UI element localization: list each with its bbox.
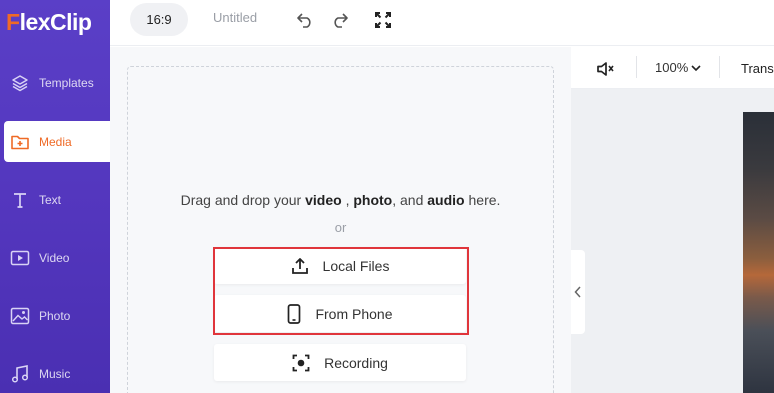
sidebar-item-label: Text	[39, 192, 62, 207]
logo-text: lexClip	[19, 8, 92, 35]
drop-text-prefix: Drag and drop your	[180, 192, 302, 208]
logo-letter-f: F	[6, 8, 20, 35]
music-note-icon	[10, 364, 30, 384]
sidebar-item-label: Templates	[39, 75, 94, 90]
undo-icon[interactable]	[295, 10, 315, 30]
aspect-ratio-button[interactable]: 16:9	[130, 3, 188, 36]
sidebar-item-label: Media	[39, 134, 72, 149]
collapse-panel-button[interactable]	[571, 250, 585, 334]
sidebar-item-label: Video	[39, 250, 70, 265]
project-title-input[interactable]: Untitled	[213, 10, 257, 25]
flexclip-logo[interactable]: FlexClip	[6, 7, 92, 37]
chevron-left-icon	[574, 286, 582, 298]
drop-text-and: , and	[392, 192, 424, 208]
video-preview-canvas[interactable]	[743, 112, 774, 393]
sidebar-item-label: Photo	[39, 308, 71, 323]
recording-label: Recording	[324, 354, 388, 371]
drop-text-video: video	[305, 192, 342, 208]
top-toolbar: 16:9 Untitled	[110, 0, 774, 46]
chevron-down-icon	[691, 64, 701, 72]
layers-icon	[10, 73, 30, 93]
toolbar-separator	[636, 56, 637, 78]
sidebar-item-templates[interactable]: Templates	[0, 62, 110, 103]
sidebar-item-text[interactable]: Text	[0, 179, 110, 220]
highlight-box	[213, 247, 469, 335]
drop-text-photo: photo	[353, 192, 393, 208]
recording-button[interactable]: Recording	[214, 344, 466, 381]
drop-instructions: Drag and drop your video , photo, and au…	[110, 192, 571, 208]
redo-icon[interactable]	[330, 10, 350, 30]
media-panel: Drag and drop your video , photo, and au…	[110, 47, 571, 393]
drop-text-audio: audio	[427, 192, 465, 208]
folder-plus-icon	[10, 132, 30, 152]
sidebar-item-media[interactable]: Media	[4, 121, 110, 162]
zoom-value: 100%	[655, 60, 689, 75]
fullscreen-icon[interactable]	[373, 10, 393, 30]
zoom-select[interactable]: 100%	[655, 60, 701, 75]
record-camera-icon	[292, 354, 310, 372]
sidebar-item-video[interactable]: Video	[0, 237, 110, 278]
transition-button[interactable]: Trans	[741, 61, 774, 76]
sidebar-item-label: Music	[39, 366, 71, 381]
sidebar-item-music[interactable]: Music	[0, 353, 110, 393]
sidebar: FlexClip Templates Media Text Video Phot…	[0, 0, 110, 393]
drop-text-suffix: here.	[468, 192, 501, 208]
sidebar-item-photo[interactable]: Photo	[0, 295, 110, 336]
image-icon	[10, 306, 30, 326]
toolbar-separator	[719, 56, 720, 78]
volume-icon[interactable]	[596, 59, 616, 79]
text-t-icon	[10, 190, 30, 210]
video-play-icon	[10, 248, 30, 268]
drop-text-comma: ,	[345, 192, 350, 208]
or-divider-text: or	[334, 220, 347, 235]
